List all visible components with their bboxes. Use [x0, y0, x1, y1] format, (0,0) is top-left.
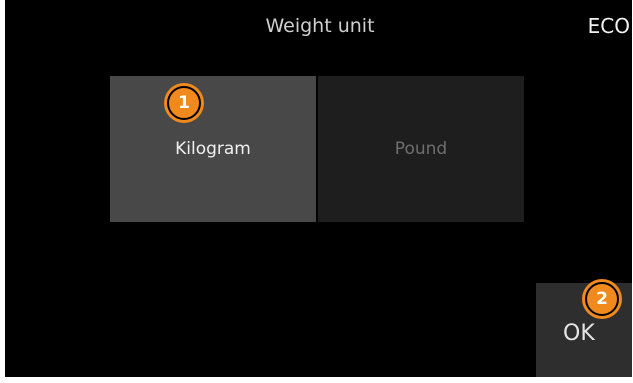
ok-button-label: OK	[563, 321, 595, 346]
pound-option-label: Pound	[394, 139, 448, 159]
pound-option[interactable]: Pound	[318, 76, 524, 222]
device-screen: Weight unit ECO Kilogram Pound OK	[5, 0, 632, 377]
callout-marker-2: 2	[585, 282, 619, 316]
kilogram-option-label: Kilogram	[175, 139, 251, 159]
eco-mode-indicator: ECO	[587, 14, 630, 38]
page-title: Weight unit	[265, 15, 375, 37]
callout-marker-1: 1	[167, 86, 201, 120]
kilogram-option[interactable]: Kilogram	[110, 76, 316, 222]
